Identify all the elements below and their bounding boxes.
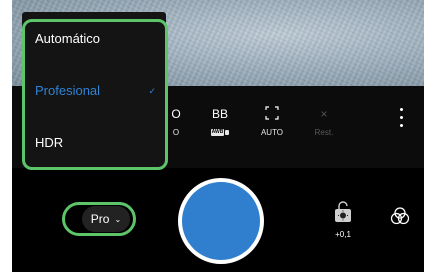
mode-item-hdr[interactable]: HDR: [22, 128, 166, 158]
chevron-down-icon: ⌄: [114, 215, 122, 224]
checkmark-icon: ✓: [148, 86, 156, 96]
mode-dropdown-menu: Automático Profesional ✓ HDR: [22, 12, 166, 168]
camera-mode-selector[interactable]: Pro ⌄: [82, 206, 130, 232]
lock-icon: [225, 130, 230, 136]
mode-item-label: Profesional: [35, 83, 101, 98]
white-balance-label: BB: [211, 107, 228, 121]
white-balance-setting[interactable]: BB AWB: [198, 106, 242, 137]
more-options-icon[interactable]: [400, 108, 404, 132]
mode-selector-label: Pro: [90, 212, 110, 226]
filters-icon[interactable]: [390, 206, 410, 231]
mode-item-profesional[interactable]: Profesional ✓: [22, 76, 166, 106]
exposure-lock-icon: [335, 201, 351, 222]
mode-item-label: HDR: [35, 135, 64, 150]
reset-icon: ×: [320, 107, 328, 121]
focus-setting[interactable]: AUTO: [250, 106, 294, 137]
mode-item-automatico[interactable]: Automático: [22, 24, 166, 54]
focus-frame-icon: [250, 106, 294, 122]
awb-indicator: AWB: [198, 128, 242, 137]
exposure-value: +0,1: [335, 230, 351, 239]
exposure-control[interactable]: +0,1: [328, 200, 358, 239]
reset-label: Rest.: [314, 128, 334, 137]
awb-badge: AWB: [210, 129, 225, 137]
camera-screen: O O BB AWB AUTO × Rest. Automático Profe…: [12, 0, 424, 272]
shutter-button[interactable]: [178, 178, 264, 264]
reset-setting[interactable]: × Rest.: [302, 106, 346, 137]
focus-mode-label: AUTO: [260, 128, 284, 137]
mode-item-label: Automático: [35, 31, 101, 46]
shutter-button-fill: [182, 182, 260, 260]
